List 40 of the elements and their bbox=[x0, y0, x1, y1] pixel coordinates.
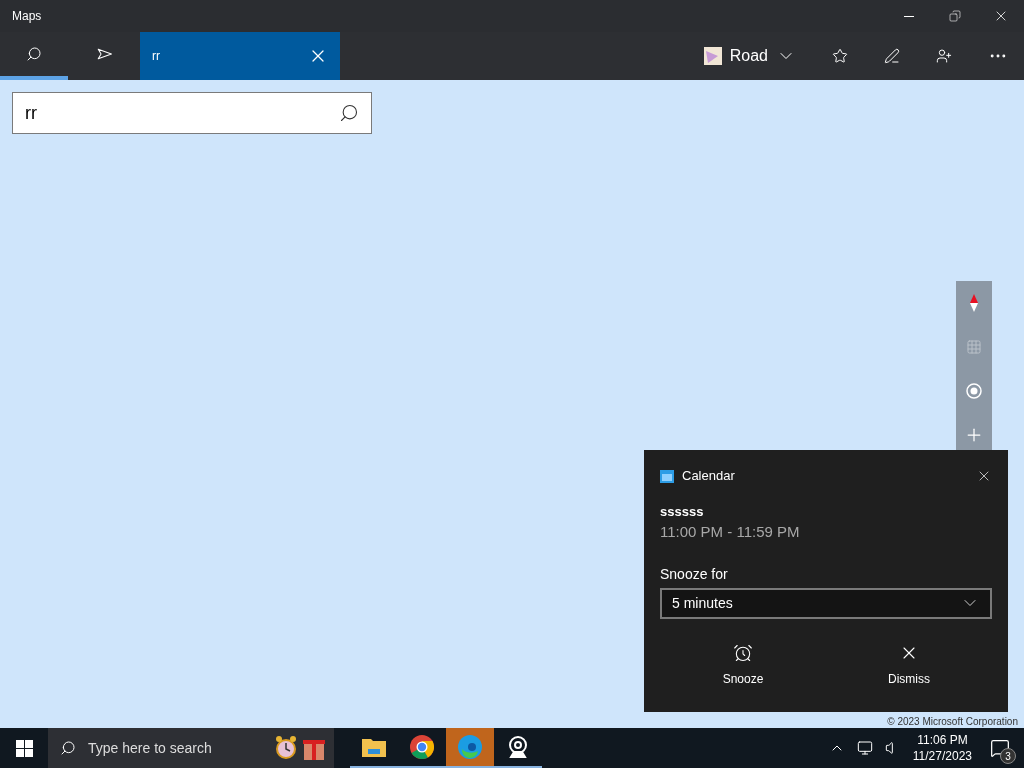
search-placeholder: Type here to search bbox=[88, 738, 212, 758]
restore-icon bbox=[949, 10, 961, 22]
windows-icon bbox=[15, 739, 33, 757]
map-style-icon bbox=[703, 47, 722, 65]
app-name: Calendar bbox=[682, 467, 735, 485]
calendar-icon bbox=[660, 468, 674, 483]
compass-icon bbox=[970, 294, 978, 312]
action-button[interactable]: Snooze bbox=[660, 642, 826, 687]
notification-count: 3 bbox=[1000, 748, 1016, 764]
locate-icon bbox=[966, 383, 982, 399]
tab-label: rr bbox=[152, 48, 160, 64]
search-field[interactable]: rr bbox=[12, 92, 372, 134]
result-tab[interactable]: rr bbox=[140, 32, 340, 80]
favorites-icon[interactable] bbox=[832, 48, 848, 64]
search-value: rr bbox=[25, 102, 37, 125]
snooze-label: Snooze for bbox=[660, 564, 729, 584]
clock-date[interactable]: 11/27/2023 bbox=[912, 748, 972, 764]
browser-icon bbox=[410, 735, 434, 759]
webcam-icon bbox=[506, 735, 530, 759]
network-icon[interactable] bbox=[856, 740, 873, 756]
window-title: Maps bbox=[12, 8, 42, 24]
search-icon[interactable] bbox=[339, 103, 359, 123]
alarm-clock-icon bbox=[274, 735, 298, 761]
event-time: 11:00 PM - 11:59 PM bbox=[660, 522, 801, 542]
snooze-dropdown[interactable]: 5 minutes bbox=[660, 587, 992, 619]
browser-icon bbox=[458, 735, 482, 759]
clock-time[interactable]: 11:06 PM bbox=[917, 732, 968, 748]
search-icon bbox=[60, 740, 76, 756]
copyright-text: © 2023 Microsoft Corporation bbox=[887, 715, 1018, 728]
pen-icon[interactable] bbox=[884, 48, 900, 64]
grid-icon bbox=[966, 339, 982, 355]
user-add-icon[interactable] bbox=[936, 48, 952, 64]
minimize-icon bbox=[904, 15, 914, 17]
event-title: ssssss bbox=[660, 502, 705, 521]
taskbar-search-field[interactable]: Type here to search bbox=[48, 728, 334, 768]
alarm-clock-icon bbox=[733, 642, 753, 663]
search-icon bbox=[26, 46, 42, 62]
folder-icon bbox=[362, 737, 386, 757]
map-style-button[interactable]: Road bbox=[703, 44, 796, 68]
action-button[interactable]: Dismiss bbox=[826, 642, 992, 687]
